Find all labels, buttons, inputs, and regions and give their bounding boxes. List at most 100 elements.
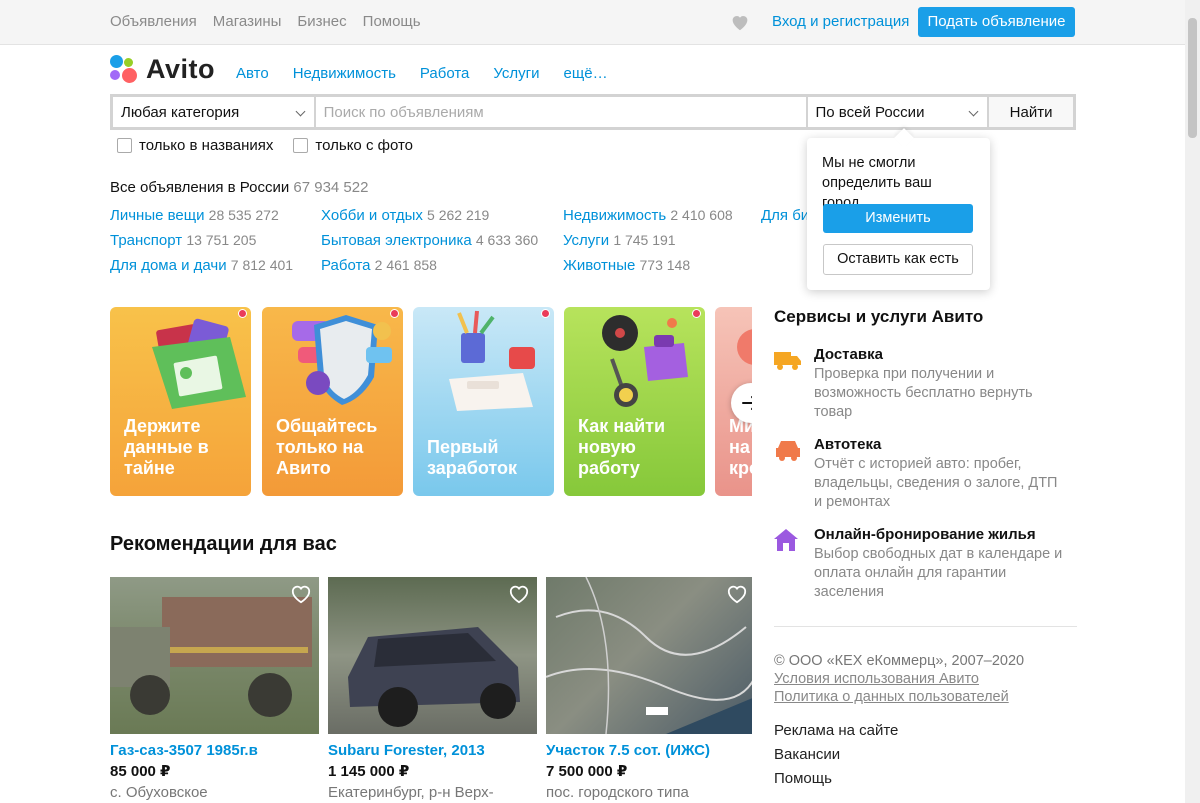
top-nav: Объявления Магазины Бизнес Помощь [110, 13, 421, 30]
new-badge-dot [238, 309, 247, 318]
listing-location: Екатеринбург, р-н Верх- [328, 784, 494, 801]
category-count: 7 812 401 [230, 257, 294, 273]
copyright: © ООО «КЕХ еКоммерц», 2007–2020 [774, 653, 1025, 669]
post-ad-button[interactable]: Подать объявление [918, 7, 1075, 37]
car-photo-icon [348, 627, 520, 727]
avito-logo[interactable]: Avito [110, 54, 215, 85]
top-nav-business[interactable]: Бизнес [297, 13, 346, 30]
nav-jobs[interactable]: Работа [420, 65, 470, 82]
new-badge-dot [692, 309, 701, 318]
listing-price: 85 000 ₽ [110, 763, 171, 780]
nav-realty[interactable]: Недвижимость [293, 65, 396, 82]
only-titles-checkbox[interactable]: только в названиях [117, 137, 273, 154]
category-count: 28 535 272 [208, 207, 279, 223]
category-count: 5 262 219 [427, 207, 490, 223]
checkbox-box[interactable] [117, 138, 132, 153]
category-item: Транспорт 13 751 205 [110, 232, 256, 249]
region-select[interactable]: По всей России [807, 97, 988, 127]
logo-dots-icon [110, 54, 140, 85]
footer-link-ads[interactable]: Реклама на сайте [774, 719, 898, 743]
listing-card[interactable]: Участок 7.5 сот. (ИЖС) 7 500 000 ₽ пос. … [546, 577, 755, 802]
top-bar: Объявления Магазины Бизнес Помощь Вход и… [0, 0, 1185, 45]
listing-price: 7 500 000 ₽ [546, 763, 628, 780]
top-nav-ads[interactable]: Объявления [110, 13, 197, 30]
nav-services[interactable]: Услуги [493, 65, 539, 82]
listing-card[interactable]: Газ-саз-3507 1985г.в 85 000 ₽ с. Обуховс… [110, 577, 319, 802]
category-link[interactable]: Хобби и отдых [321, 207, 423, 224]
top-nav-help[interactable]: Помощь [363, 13, 421, 30]
category-item: Услуги 1 745 191 [563, 232, 676, 249]
service-desc: Выбор свободных дат в календаре и оплата… [814, 546, 1063, 600]
search-filters: только в названиях только с фото [117, 137, 413, 154]
listing-photo[interactable] [328, 577, 537, 734]
footer-link-jobs[interactable]: Вакансии [774, 743, 898, 767]
top-nav-shops[interactable]: Магазины [213, 13, 282, 30]
promo-card-first-earnings[interactable]: Первый заработок [413, 307, 554, 496]
search-input[interactable]: Поиск по объявлениям [315, 97, 806, 127]
search-bar: Любая категория Поиск по объявлениям По … [110, 94, 1076, 130]
category-link[interactable]: Для би [761, 207, 809, 224]
only-photo-checkbox[interactable]: только с фото [293, 137, 413, 154]
terms-link[interactable]: Условия использования Авито [774, 670, 1024, 688]
service-name[interactable]: Онлайн-бронирование жилья [814, 526, 1074, 543]
category-link[interactable]: Работа [321, 257, 371, 274]
nav-auto[interactable]: Авто [236, 65, 269, 82]
service-desc: Проверка при получении и возможность бес… [814, 366, 1033, 420]
login-link[interactable]: Вход и регистрация [772, 13, 909, 30]
listing-photo[interactable] [546, 577, 755, 734]
all-ads-count: 67 934 522 [293, 179, 369, 196]
category-link[interactable]: Транспорт [110, 232, 182, 249]
search-placeholder: Поиск по объявлениям [323, 103, 484, 121]
promo-card-find-job[interactable]: Как найти новую работу [564, 307, 705, 496]
category-link[interactable]: Бытовая электроника [321, 232, 472, 249]
nav-more[interactable]: ещё… [564, 65, 608, 82]
resume-pencils-icon [449, 310, 535, 411]
category-link[interactable]: Услуги [563, 232, 609, 249]
favorite-heart-icon[interactable] [290, 584, 312, 604]
category-count: 2 461 858 [374, 257, 437, 273]
listing-card[interactable]: Subaru Forester, 2013 1 145 000 ₽ Екатер… [328, 577, 537, 802]
city-popup: Мы не смогли определить ваш город Измени… [807, 128, 990, 290]
listing-title[interactable]: Участок 7.5 сот. (ИЖС) [546, 742, 755, 759]
map-photo-icon [546, 577, 755, 734]
service-name[interactable]: Автотека [814, 436, 1074, 453]
promo-card-chat[interactable]: Общайтесь только на Авито [262, 307, 403, 496]
category-select[interactable]: Любая категория [113, 97, 314, 127]
logo-text: Avito [146, 54, 215, 84]
listing-location: с. Обуховское [110, 784, 208, 801]
services-title: Сервисы и услуги Авито [774, 307, 984, 326]
only-titles-label: только в названиях [139, 137, 274, 154]
checkbox-box[interactable] [293, 138, 309, 153]
category-item: Животные 773 148 [563, 257, 690, 274]
footer-link-help[interactable]: Помощь [774, 767, 898, 791]
favorite-heart-icon[interactable] [726, 584, 748, 604]
listing-photo[interactable] [110, 577, 319, 734]
keep-city-button[interactable]: Оставить как есть [823, 244, 973, 275]
category-link[interactable]: Для дома и дачи [110, 257, 227, 274]
change-city-button[interactable]: Изменить [823, 204, 973, 233]
category-link[interactable]: Животные [563, 257, 635, 274]
service-booking[interactable]: Онлайн-бронирование жилья Выбор свободны… [774, 526, 1074, 602]
truck-photo-icon [110, 597, 312, 717]
service-delivery[interactable]: Доставка Проверка при получении и возмож… [774, 346, 1074, 422]
service-autoteka[interactable]: Автотека Отчёт с историей авто: пробег, … [774, 436, 1074, 512]
listing-title[interactable]: Газ-саз-3507 1985г.в [110, 742, 319, 759]
new-badge-dot [390, 309, 399, 318]
category-link[interactable]: Личные вещи [110, 207, 204, 224]
page-scrollbar[interactable] [1185, 0, 1200, 803]
listing-location: пос. городского типа [546, 784, 689, 801]
new-badge-dot [541, 309, 550, 318]
favorite-heart-icon[interactable] [508, 584, 530, 604]
only-photo-label: только с фото [315, 137, 414, 154]
scrollbar-thumb[interactable] [1188, 18, 1197, 138]
listing-title[interactable]: Subaru Forester, 2013 [328, 742, 537, 759]
category-link[interactable]: Недвижимость [563, 207, 666, 224]
promo-title: Общайтесь только на Авито [276, 416, 378, 478]
chevron-down-icon [968, 106, 979, 117]
category-count: 1 745 191 [613, 232, 676, 248]
promo-card-privacy[interactable]: Держите данные в тайне [110, 307, 251, 496]
find-button[interactable]: Найти [989, 97, 1073, 127]
service-name[interactable]: Доставка [814, 346, 1074, 363]
privacy-link[interactable]: Политика о данных пользователей [774, 688, 1024, 706]
favorites-heart-icon[interactable] [729, 11, 751, 33]
